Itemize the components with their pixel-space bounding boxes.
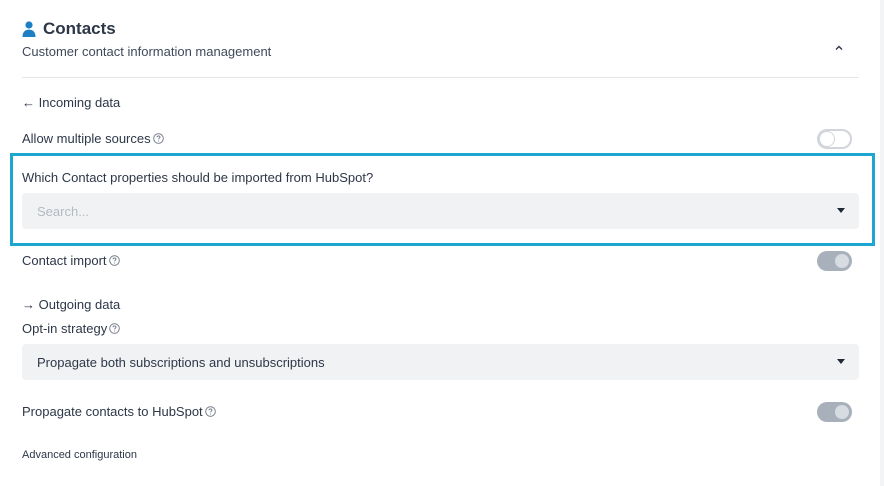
incoming-data-heading-text: ← Incoming data [22,95,121,110]
chevron-up-icon[interactable] [833,42,845,54]
advanced-configuration-link[interactable]: Advanced configuration [22,449,137,461]
scrollbar-track[interactable] [880,0,884,486]
allow-multiple-sources-label: Allow multiple sources [22,131,164,146]
toggle-knob [835,254,849,268]
caret-down-icon [837,359,845,364]
help-circle-icon[interactable] [204,406,216,417]
opt-in-strategy-text: Opt-in strategy [22,321,108,336]
contact-import-text: Contact import [22,253,107,268]
help-circle-icon[interactable] [152,133,164,144]
help-circle-icon[interactable] [109,323,121,334]
section-title: Contacts [43,19,116,38]
help-circle-icon[interactable] [108,255,120,266]
incoming-data-heading: ← Incoming data [22,95,120,110]
opt-in-strategy-value: Propagate both subscriptions and unsubsc… [37,354,325,370]
outgoing-data-heading: → Outgoing data [22,297,120,312]
divider [22,77,859,78]
opt-in-strategy-select[interactable]: Propagate both subscriptions and unsubsc… [22,344,859,380]
outgoing-data-heading-text: → Outgoing data [22,297,121,312]
allow-multiple-sources-toggle[interactable] [817,129,852,149]
properties-question: Which Contact properties should be impor… [22,170,373,185]
section-header: Contacts Customer contact information ma… [22,18,859,59]
properties-question-text: Which Contact properties should be impor… [22,170,374,185]
opt-in-strategy-label: Opt-in strategy [22,321,121,336]
caret-down-icon [837,208,845,213]
propagate-contacts-toggle[interactable] [817,402,852,422]
propagate-contacts-text: Propagate contacts to HubSpot [22,404,203,419]
contact-import-label: Contact import [22,253,120,268]
properties-search-placeholder: Search... [37,203,90,219]
properties-search-select[interactable]: Search... [22,193,859,229]
propagate-contacts-label: Propagate contacts to HubSpot [22,404,216,419]
allow-multiple-sources-text: Allow multiple sources [22,131,151,146]
section-subtitle: Customer contact information management [22,44,272,59]
toggle-knob [835,405,849,419]
person-icon [22,21,36,37]
toggle-knob [820,132,834,146]
contact-import-toggle[interactable] [817,251,852,271]
title-row: Contacts [22,18,859,40]
